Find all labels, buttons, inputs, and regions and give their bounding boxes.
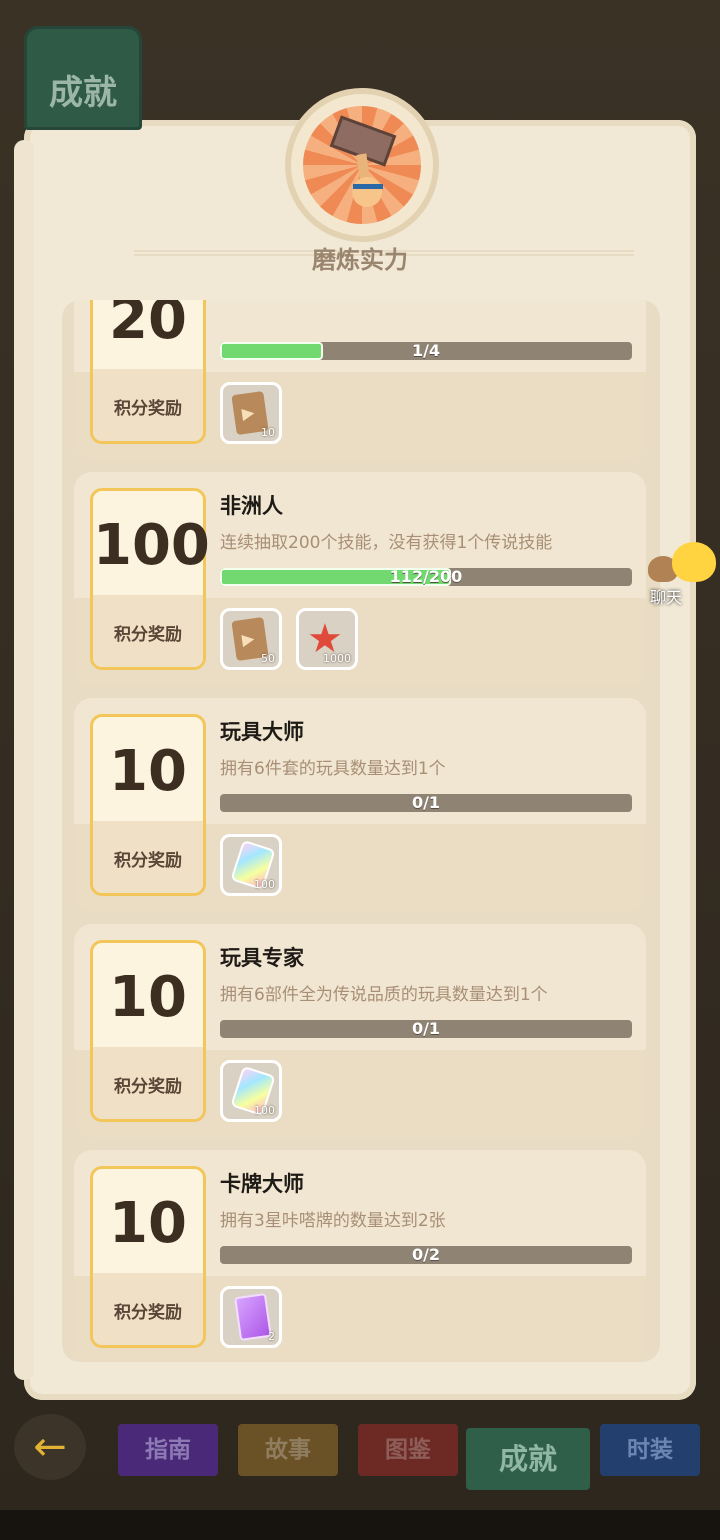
reward-item[interactable]: 100 [220,1060,282,1122]
reward-item[interactable]: 100 [220,834,282,896]
achievement-description: 拥有6件套的玩具数量达到1个 [220,759,446,779]
achievement-card: 10 积分奖励 玩具大师 拥有6件套的玩具数量达到1个 0/1 100 [74,698,646,912]
hammer-hero-icon [303,106,421,224]
score-label: 积分奖励 [114,399,182,419]
progress-text: 0/2 [411,1246,441,1264]
score-box: 10 积分奖励 [90,940,206,1122]
score-label: 积分奖励 [114,1077,182,1097]
achievement-card: 20 积分奖励 1/4 10 [74,300,646,460]
tab-story[interactable]: 故事 [238,1424,338,1476]
achievement-card: 100 积分奖励 非洲人 连续抽取200个技能，没有获得1个传说技能 112/2… [74,472,646,686]
tab-guide[interactable]: 指南 [118,1424,218,1476]
category-medallion [285,88,439,242]
card-icon [234,1292,272,1342]
tab-achievements[interactable]: 成就 [466,1428,590,1490]
achievement-description: 连续抽取200个技能，没有获得1个传说技能 [220,533,553,553]
reward-item[interactable]: ★ 1000 [296,608,358,670]
progress-text: 112/200 [389,568,463,586]
category-title: 磨炼实力 [312,246,408,274]
progress-text: 0/1 [411,1020,441,1038]
score-value: 10 [109,1191,187,1256]
progress-bar: 0/1 [220,1020,632,1038]
tab-collection[interactable]: 图鉴 [358,1424,458,1476]
score-value: 100 [93,513,210,578]
reward-count: 50 [261,652,275,665]
reward-count: 2 [268,1330,275,1343]
achievement-card: 10 积分奖励 卡牌大师 拥有3星咔嗒牌的数量达到2张 0/2 2 [74,1150,646,1362]
achievement-title: 卡牌大师 [220,1172,304,1196]
reward-item[interactable]: 50 [220,608,282,670]
progress-text: 1/4 [411,342,441,360]
progress-bar: 1/4 [220,342,632,360]
score-box: 20 积分奖励 [90,300,206,444]
score-value: 10 [109,739,187,804]
chat-button[interactable] [648,542,716,588]
reward-item[interactable]: 10 [220,382,282,444]
chat-label[interactable]: 聊天 [650,584,682,608]
bottom-strip [0,1510,720,1540]
achievement-title: 玩具专家 [220,946,304,970]
score-box: 100 积分奖励 [90,488,210,670]
bottom-tab-bar: ← 指南 故事 图鉴 成就 时装 [0,1404,720,1496]
score-label: 积分奖励 [114,625,182,645]
score-label: 积分奖励 [114,851,182,871]
reward-count: 100 [254,878,275,891]
progress-bar: 112/200 [220,568,632,586]
score-value: 20 [109,300,187,352]
smiley-icon [672,542,716,582]
back-arrow-icon[interactable]: ← [14,1414,86,1480]
progress-bar: 0/1 [220,794,632,812]
achievement-description: 拥有3星咔嗒牌的数量达到2张 [220,1211,446,1231]
tab-fashion[interactable]: 时装 [600,1424,700,1476]
reward-count: 1000 [323,652,351,665]
score-value: 10 [109,965,187,1030]
achievement-card: 10 积分奖励 玩具专家 拥有6部件全为传说品质的玩具数量达到1个 0/1 10… [74,924,646,1138]
achievement-list[interactable]: 20 积分奖励 1/4 10 100 积分奖励 非洲人 连续抽取200个技能，没… [62,300,660,1362]
achievement-title: 非洲人 [220,494,283,518]
achievement-title: 玩具大师 [220,720,304,744]
page-title-tab: 成就 [24,26,142,130]
score-box: 10 积分奖励 [90,1166,206,1348]
page-title: 成就 [49,73,117,113]
reward-item[interactable]: 2 [220,1286,282,1348]
score-label: 积分奖励 [114,1303,182,1323]
progress-text: 0/1 [411,794,441,812]
score-box: 10 积分奖励 [90,714,206,896]
reward-count: 10 [261,426,275,439]
achievement-description: 拥有6部件全为传说品质的玩具数量达到1个 [220,985,548,1005]
progress-bar: 0/2 [220,1246,632,1264]
reward-count: 100 [254,1104,275,1117]
